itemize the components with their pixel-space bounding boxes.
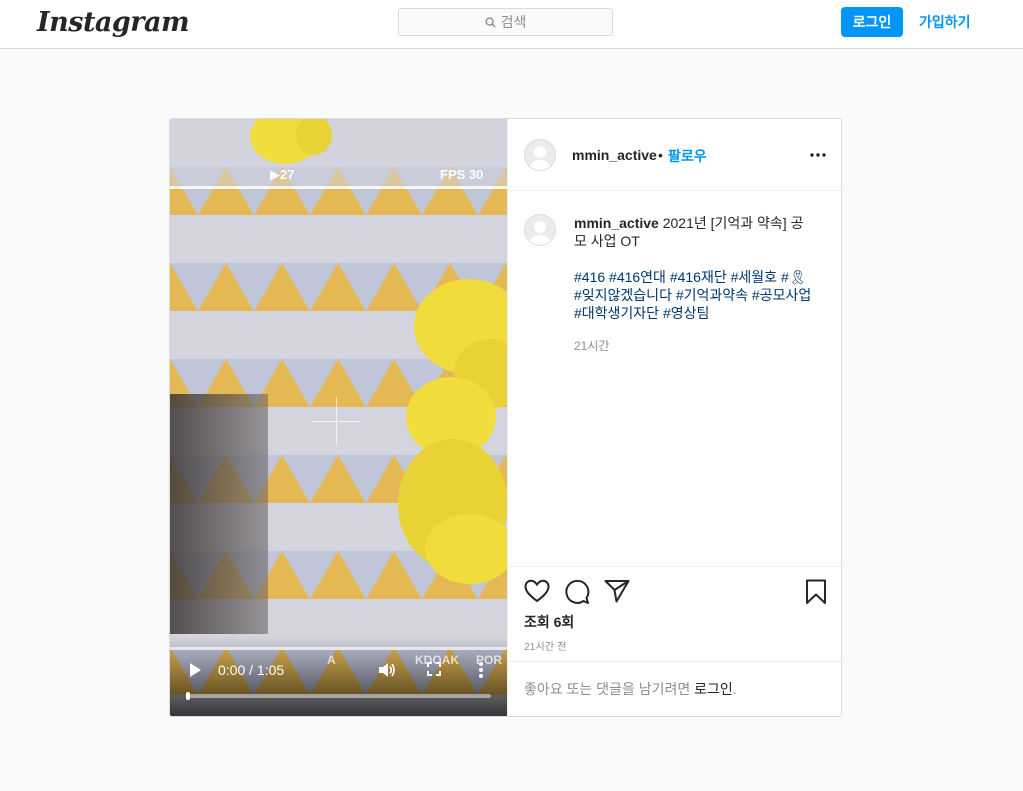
- caption-hashtags[interactable]: #416 #416연대 #416재단 #세월호 #🎗 #잊지않겠습니다 #기억과…: [574, 268, 814, 322]
- video-progress-track[interactable]: [186, 694, 491, 698]
- post-caption: mmin_active 2021년 [기억과 약속] 공모 사업 OT #416…: [574, 214, 814, 322]
- more-vertical-icon[interactable]: [478, 661, 484, 679]
- comment-login-prompt: 좋아요 또는 댓글을 남기려면 로그인 .: [508, 661, 841, 716]
- video-dark-region: [170, 394, 268, 634]
- comment-prompt-text: 좋아요 또는 댓글을 남기려면: [524, 681, 691, 697]
- follow-button[interactable]: 팔로우: [668, 146, 707, 166]
- top-navigation: Instagram 검색 로그인 가입하기: [0, 0, 1023, 49]
- video-progress-handle[interactable]: [186, 692, 190, 700]
- search-input[interactable]: 검색: [398, 8, 613, 36]
- video-overlay-counter: ▶27: [270, 167, 295, 182]
- bookmark-icon[interactable]: [805, 579, 827, 605]
- more-horizontal-icon[interactable]: [810, 153, 826, 157]
- video-overlay-fps: FPS 30: [440, 167, 484, 182]
- avatar[interactable]: [524, 214, 556, 246]
- video-time: 0:00 / 1:05: [218, 662, 285, 678]
- search-icon: [485, 16, 496, 28]
- video-overlay-strip: [170, 647, 507, 650]
- instagram-logo[interactable]: Instagram: [37, 7, 190, 38]
- signup-link[interactable]: 가입하기: [919, 12, 971, 32]
- post-timestamp[interactable]: 21시간 전: [524, 638, 567, 653]
- video-player[interactable]: ▶27 FPS 30 A KDOAK POR 0:00 / 1:05: [170, 119, 507, 716]
- video-controls: 0:00 / 1:05: [170, 654, 507, 700]
- yellow-shape: [425, 514, 507, 584]
- caption-timestamp: 21시간: [574, 339, 610, 353]
- volume-icon[interactable]: [377, 661, 397, 679]
- post-username[interactable]: mmin_active: [572, 147, 657, 163]
- paper-plane-icon[interactable]: [604, 579, 630, 603]
- post-header: mmin_active • 팔로우: [508, 119, 841, 191]
- comment-icon[interactable]: [564, 579, 590, 605]
- heart-icon[interactable]: [524, 579, 550, 603]
- post-actions: 조회 6회 21시간 전: [508, 566, 841, 661]
- fullscreen-icon[interactable]: [427, 662, 441, 676]
- comment-login-link[interactable]: 로그인: [694, 679, 733, 699]
- video-crosshair: [336, 397, 337, 445]
- avatar[interactable]: [524, 139, 556, 171]
- post-card: ▶27 FPS 30 A KDOAK POR 0:00 / 1:05 mmin_…: [169, 118, 842, 717]
- separator-dot: •: [658, 147, 663, 163]
- search-placeholder: 검색: [500, 14, 527, 30]
- caption-username[interactable]: mmin_active: [574, 215, 659, 231]
- comment-prompt-suffix: .: [732, 681, 737, 697]
- login-button[interactable]: 로그인: [841, 7, 903, 37]
- post-details-panel: mmin_active • 팔로우 mmin_active 2021년 [기억과…: [507, 119, 841, 716]
- caption-body: mmin_active 2021년 [기억과 약속] 공모 사업 OT: [574, 214, 814, 250]
- view-count[interactable]: 조회 6회: [524, 612, 574, 632]
- play-icon[interactable]: [188, 662, 202, 678]
